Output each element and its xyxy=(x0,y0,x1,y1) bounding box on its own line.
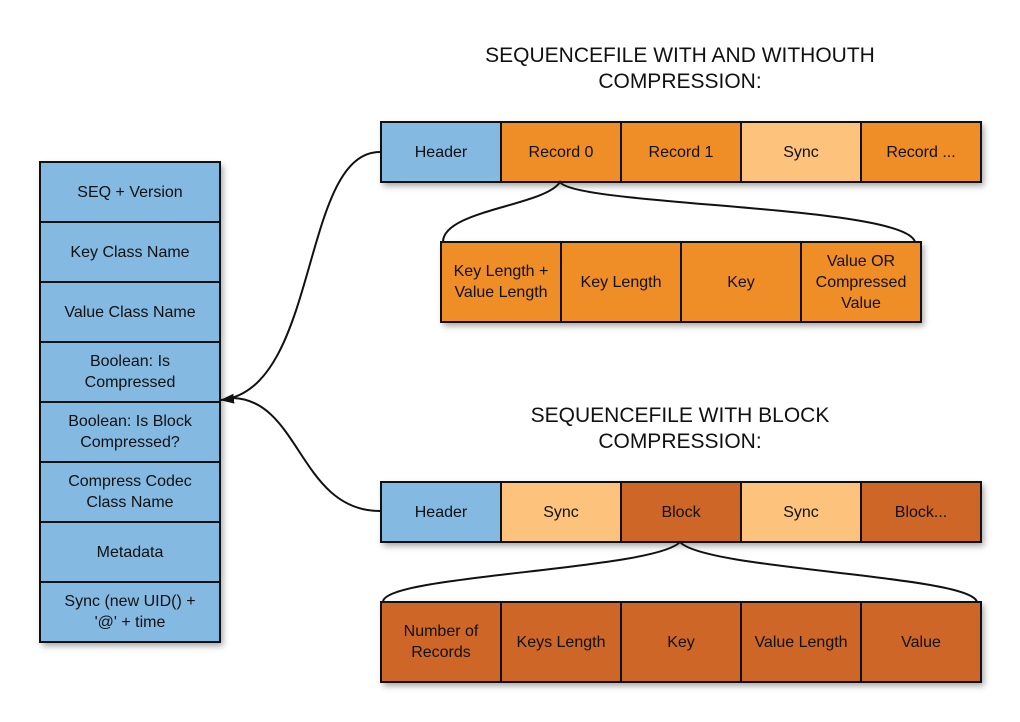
block-row-cell-block: Block... xyxy=(860,481,982,543)
record-detail-cell: Value OR Compressed Value xyxy=(800,241,922,323)
record-brace xyxy=(442,180,916,243)
record-row-cell-sync: Sync xyxy=(740,121,862,183)
header-field: Boolean: Is Block Compressed? xyxy=(39,401,221,463)
header-to-stack-arrow-bottom xyxy=(232,397,381,512)
block-brace xyxy=(382,540,978,603)
header-to-stack-arrow-top xyxy=(220,151,381,404)
header-field: Value Class Name xyxy=(39,281,221,343)
block-section-title: SEQUENCEFILE WITH BLOCK COMPRESSION: xyxy=(530,404,830,453)
record-section-title: SEQUENCEFILE WITH AND WITHOUTH COMPRESSI… xyxy=(485,44,875,93)
header-field: Boolean: Is Compressed xyxy=(39,341,221,403)
block-detail-cell: Value xyxy=(860,601,982,683)
block-detail-cell: Keys Length xyxy=(500,601,622,683)
block-row-cell-block: Block xyxy=(620,481,742,543)
block-detail-cell: Number of Records xyxy=(380,601,502,683)
block-row-cell-sync: Sync xyxy=(740,481,862,543)
record-detail-cell: Key xyxy=(680,241,802,323)
block-detail-cell: Key xyxy=(620,601,742,683)
record-row-cell-record: Record 1 xyxy=(620,121,742,183)
block-row-cell-header: Header xyxy=(380,481,502,543)
block-row-cell-sync: Sync xyxy=(500,481,622,543)
header-field: Key Class Name xyxy=(39,221,221,283)
record-row-cell-record: Record 0 xyxy=(500,121,622,183)
record-row-cell-record: Record ... xyxy=(860,121,982,183)
header-field: Sync (new UID() + '@' + time xyxy=(39,581,221,643)
record-detail-cell: Key Length xyxy=(560,241,682,323)
record-row-cell-header: Header xyxy=(380,121,502,183)
block-detail-cell: Value Length xyxy=(740,601,862,683)
header-field: Metadata xyxy=(39,521,221,583)
record-detail-cell: Key Length + Value Length xyxy=(440,241,562,323)
header-field: SEQ + Version xyxy=(39,161,221,223)
header-field: Compress Codec Class Name xyxy=(39,461,221,523)
